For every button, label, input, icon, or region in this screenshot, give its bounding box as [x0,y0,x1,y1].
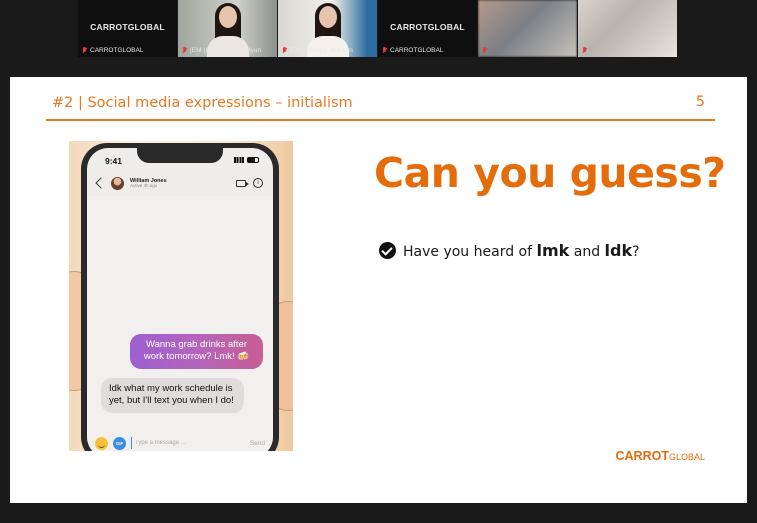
status-icons [234,157,259,163]
participant-tile[interactable]: CARROTGLOBAL CARROTGLOBAL [78,0,177,57]
slide-title: #2 | Social media expressions – initiali… [52,95,353,111]
chat-header: William Jones Active 4h ago i [87,170,273,196]
info-icon: i [253,178,263,188]
video-call-icon [236,179,249,187]
blurred-video-feed [578,0,677,57]
participant-tile[interactable]: CARROTGLOBAL CARROTGLOBAL [378,0,477,57]
bullet-suffix: ? [632,244,640,260]
bullet-middle: and [569,244,605,260]
participant-name: CARROTGLOBAL [382,47,443,54]
slide-number: 5 [695,94,705,110]
participant-name-label: CARROTGLOBAL [90,47,144,54]
participant-strip: CARROTGLOBAL CARROTGLOBAL [EM (Group)] S… [78,0,678,57]
carrot-global-logo: CARROTGLOBAL [616,449,706,463]
message-input-bar: GIF Send [87,428,273,451]
mic-muted-icon [382,47,388,54]
back-arrow-icon [95,177,107,189]
contact-info: William Jones Active 4h ago [130,178,167,189]
emoji-icon [95,436,108,450]
participant-name: [EM (Group)] Mia Kim [282,47,353,54]
incoming-message-bubble: Idk what my work schedule is yet, but I'… [101,378,244,413]
participant-name-label: [EM (Group)] Shay Hyun [190,47,262,54]
mic-muted-icon [82,47,88,54]
bullet-point: Have you heard of lmk and ldk? [379,241,640,260]
send-button: Send [249,439,265,447]
outgoing-message-bubble: Wanna grab drinks after work tomorrow? L… [130,334,263,369]
message-input [131,437,245,449]
slide-headline: Can you guess? [374,149,726,197]
participant-tile[interactable]: [EM (Group)] Mia Kim [278,0,377,57]
phone-chat-image: 9:41 William Jones Active 4h ago i Wanna… [69,141,293,451]
bullet-prefix: Have you heard of [403,244,537,260]
participant-tile[interactable] [578,0,677,57]
mic-muted-icon [582,47,588,54]
mic-muted-icon [182,47,188,54]
participant-tile[interactable] [478,0,577,57]
gif-icon: GIF [113,436,126,450]
smartphone: 9:41 William Jones Active 4h ago i Wanna… [81,143,279,451]
battery-icon [247,157,259,163]
participant-tile-active-speaker[interactable]: [EM (Group)] Shay Hyun [178,0,277,57]
status-time: 9:41 [105,156,123,166]
avatar [111,176,124,190]
chat-header-icons: i [236,178,263,188]
participant-video-person [306,3,349,57]
participant-name-label: CARROTGLOBAL [390,47,444,54]
bullet-term-lmk: lmk [536,241,570,260]
mic-muted-icon [282,47,288,54]
blurred-video-feed [478,0,577,57]
mic-muted-icon [482,47,488,54]
bullet-term-ldk: ldk [604,241,633,260]
title-divider [46,119,715,121]
participant-name: [EM (Group)] Shay Hyun [182,47,261,54]
shared-slide: #2 | Social media expressions – initiali… [10,77,747,503]
contact-status: Active 4h ago [130,182,158,188]
participant-name [582,47,590,54]
participant-video-person [206,3,249,57]
tile-brand-text: CARROTGLOBAL [90,22,165,32]
participant-name [482,47,490,54]
tile-brand-text: CARROTGLOBAL [390,22,465,32]
checkmark-circle-icon [379,242,396,259]
participant-name: CARROTGLOBAL [82,47,143,54]
logo-sub: GLOBAL [668,452,705,462]
phone-notch [137,148,223,163]
participant-name-label: [EM (Group)] Mia Kim [290,47,353,54]
signal-icon [234,157,244,163]
logo-main: CARROT [615,449,669,463]
phone-screen: 9:41 William Jones Active 4h ago i Wanna… [87,148,273,451]
bullet-text: Have you heard of lmk and ldk? [403,241,640,260]
